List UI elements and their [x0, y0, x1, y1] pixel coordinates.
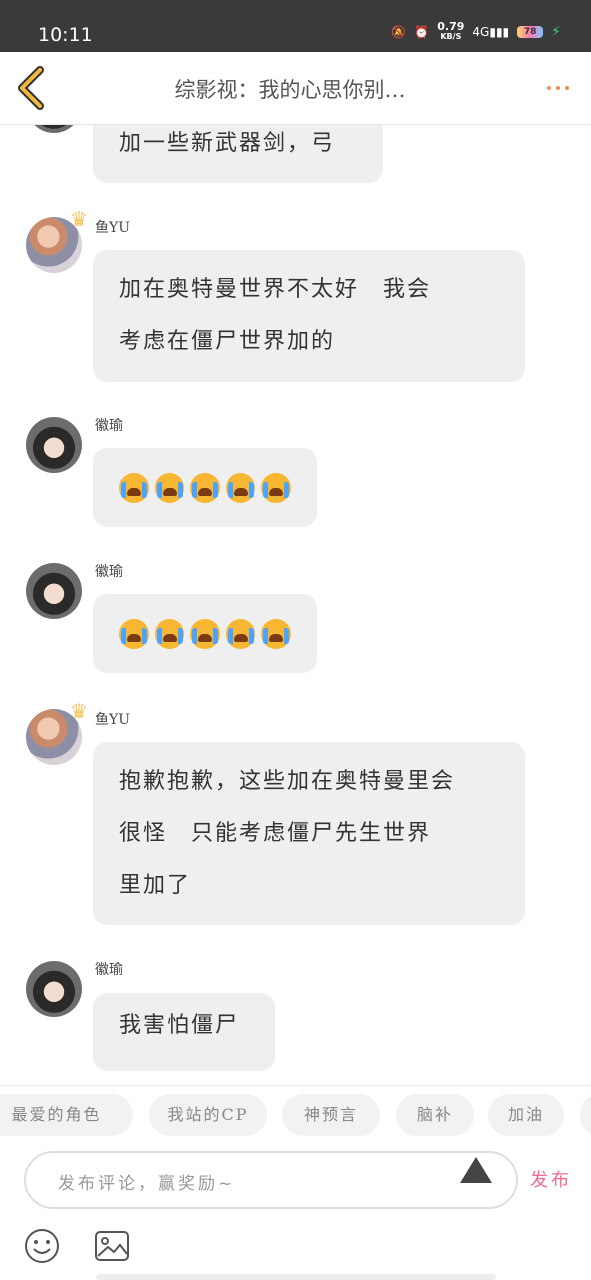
status-time: 10:11 — [38, 24, 93, 46]
message-text: 抱歉抱歉，这些加在奥特曼里会 — [119, 769, 456, 794]
chip-cp[interactable]: 我站的CP — [149, 1094, 267, 1136]
message-bubble[interactable]: 加在奥特曼世界不太好 我会 考虑在僵尸世界加的 — [93, 250, 525, 382]
back-arrow-icon — [18, 66, 44, 110]
network-speed: 0.79 KB/S — [437, 20, 465, 41]
crying-face-icon — [119, 472, 149, 503]
dot-icon — [565, 86, 569, 90]
crying-face-icon — [190, 618, 220, 649]
avatar[interactable] — [26, 417, 82, 473]
comment-placeholder: 发布评论，赢奖励~ — [58, 1174, 236, 1194]
crying-face-icon — [225, 472, 256, 503]
crying-face-icon — [154, 618, 185, 649]
crying-face-icon — [154, 472, 185, 503]
send-icon[interactable] — [458, 1155, 494, 1185]
avatar[interactable] — [26, 961, 82, 1017]
message-text: 考虑在僵尸世界加的 — [119, 329, 336, 354]
message-text: 我害怕僵尸 — [119, 1013, 240, 1038]
crying-face-icon — [261, 472, 291, 503]
chip-favorite-character[interactable]: 最爱的角色 — [0, 1094, 133, 1136]
avatar[interactable] — [26, 563, 82, 619]
crying-face-icon — [225, 618, 256, 649]
username[interactable]: 徽瑜 — [95, 561, 123, 581]
crying-face-icon — [190, 472, 220, 503]
message-bubble[interactable] — [93, 448, 317, 527]
header: 综影视：我的心思你别… — [0, 52, 591, 125]
charging-icon: ⚡ — [551, 24, 561, 40]
emoji-row — [119, 448, 291, 527]
message-text: 很怪 只能考虑僵尸先生世界 — [119, 821, 432, 846]
message-bubble[interactable]: 我害怕僵尸 — [93, 993, 275, 1071]
page-title: 综影视：我的心思你别… — [174, 78, 406, 102]
dot-icon — [547, 86, 551, 90]
message-bubble[interactable] — [93, 594, 317, 673]
quick-reply-chips: 最爱的角色 我站的CP 神预言 脑补 加油 — [0, 1085, 591, 1142]
crying-face-icon — [261, 618, 291, 649]
message-bubble[interactable]: 抱歉抱歉，这些加在奥特曼里会 很怪 只能考虑僵尸先生世界 里加了 — [93, 742, 525, 925]
message-text: 里加了 — [119, 873, 192, 898]
chip-cheer[interactable]: 加油 — [488, 1094, 564, 1136]
username[interactable]: 鱼YU — [95, 709, 130, 729]
message-bubble[interactable]: 加一些新武器剑，弓 — [93, 125, 383, 183]
bottom-scroll-indicator — [96, 1274, 496, 1280]
chip-more[interactable] — [580, 1094, 591, 1136]
status-icons: 🔕 ⏰ 0.79 KB/S 4G▮▮▮ 78 ⚡ — [391, 20, 561, 42]
back-button[interactable] — [14, 66, 54, 110]
username[interactable]: 徽瑜 — [95, 415, 123, 435]
battery-icon: 78 — [517, 26, 544, 38]
message-text: 加一些新武器剑，弓 — [119, 131, 336, 156]
signal-icon: 4G▮▮▮ — [472, 25, 510, 39]
status-bar: 10:11 🔕 ⏰ 0.79 KB/S 4G▮▮▮ 78 ⚡ — [0, 0, 591, 52]
crown-icon: ♛ — [70, 699, 88, 723]
emoji-row — [119, 594, 291, 673]
chip-imagine[interactable]: 脑补 — [396, 1094, 474, 1136]
chat-list[interactable]: 加一些新武器剑，弓 ♛ 鱼YU 加在奥特曼世界不太好 我会 考虑在僵尸世界加的 … — [0, 125, 591, 1085]
alarm-icon: ⏰ — [414, 25, 430, 39]
message-text: 加在奥特曼世界不太好 我会 — [119, 277, 432, 302]
publish-button[interactable]: 发布 — [530, 1166, 572, 1192]
crying-face-icon — [119, 618, 149, 649]
username[interactable]: 鱼YU — [95, 217, 130, 237]
username[interactable]: 徽瑜 — [95, 959, 123, 979]
image-icon[interactable] — [94, 1230, 130, 1262]
more-options-button[interactable] — [547, 86, 569, 90]
dot-icon — [556, 86, 560, 90]
mute-icon: 🔕 — [391, 25, 407, 39]
crown-icon: ♛ — [70, 207, 88, 231]
emoji-icon[interactable] — [24, 1228, 60, 1264]
chip-prophecy[interactable]: 神预言 — [282, 1094, 380, 1136]
comment-input[interactable]: 发布评论，赢奖励~ — [24, 1151, 518, 1209]
avatar[interactable] — [26, 125, 82, 133]
